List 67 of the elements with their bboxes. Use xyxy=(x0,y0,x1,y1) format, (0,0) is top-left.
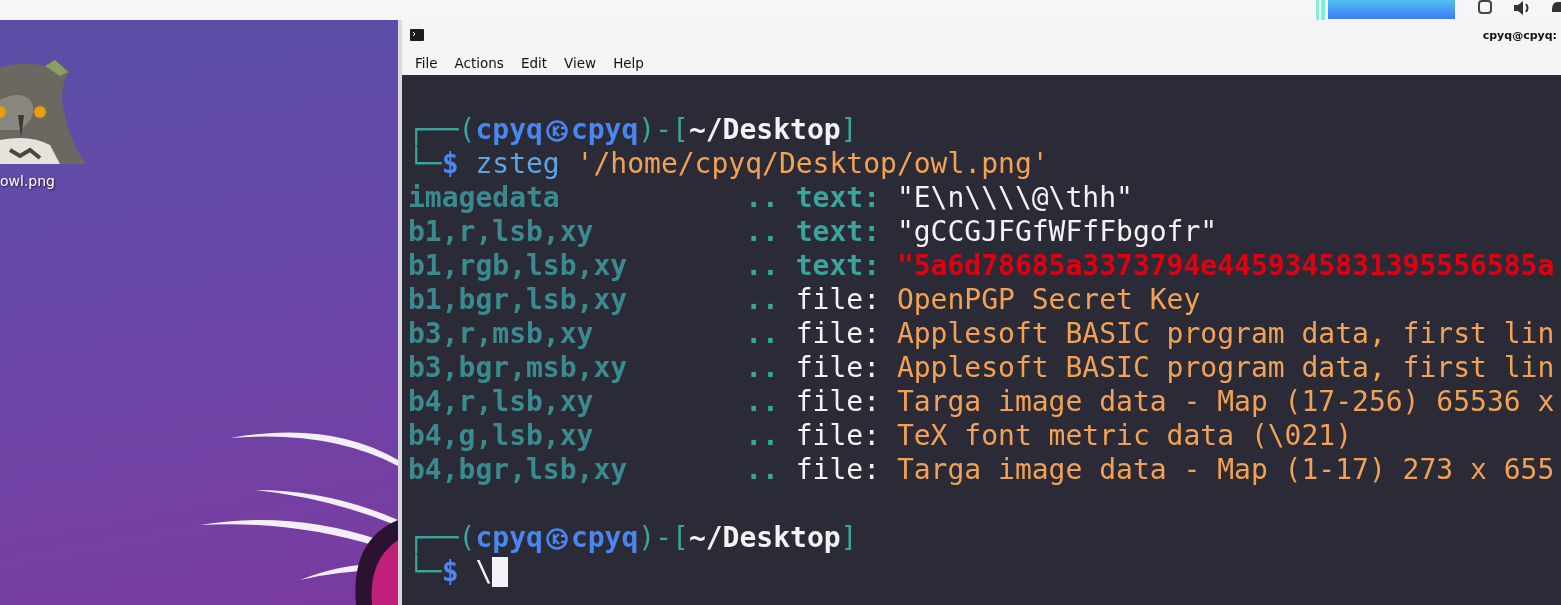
type-label: file: xyxy=(795,419,880,452)
result-value: Applesoft BASIC program data, first lin xyxy=(896,317,1555,350)
dots-separator: .. xyxy=(745,317,779,350)
row-key: b3,bgr,msb,xy xyxy=(408,351,746,385)
row-key: b4,g,lsb,xy xyxy=(408,419,746,453)
result-value: "E\n\\\\@\thh" xyxy=(896,181,1133,214)
prompt-frame: ] xyxy=(840,113,858,146)
dots-separator: .. xyxy=(745,453,779,486)
speaker-icon[interactable] xyxy=(1513,0,1531,16)
menu-item[interactable]: Actions xyxy=(451,54,511,71)
result-value: "gCCGJFGfWFfFbgofr" xyxy=(896,215,1218,248)
prompt-frame: ┌──( xyxy=(408,521,476,554)
command-argument: '/home/cpyq/Desktop/owl.png' xyxy=(576,147,1049,180)
prompt-user: cpyq xyxy=(475,521,543,554)
menu-item[interactable]: View xyxy=(561,54,604,71)
window-title: cpyq@cpyq: xyxy=(1482,28,1557,42)
dots-separator: .. xyxy=(745,351,779,384)
terminal-icon xyxy=(410,29,424,41)
type-label: text: xyxy=(795,215,880,248)
type-label: file: xyxy=(795,385,880,418)
kali-icon xyxy=(545,120,568,142)
row-key: b4,bgr,lsb,xy xyxy=(408,453,746,487)
prompt-frame: └─ xyxy=(408,147,442,180)
result-value: Targa image data - Map (17-256) 65536 x xyxy=(896,385,1555,418)
dots-separator: .. xyxy=(745,385,779,418)
row-key: b1,rgb,lsb,xy xyxy=(408,249,746,283)
row-key: b3,r,msb,xy xyxy=(408,317,746,351)
dots-separator: .. xyxy=(745,283,779,316)
prompt-symbol: $ xyxy=(441,147,459,180)
prompt-path: ~/Desktop xyxy=(688,521,841,554)
prompt-user: cpyq xyxy=(475,113,543,146)
command-text: \ xyxy=(475,555,493,588)
prompt-host: cpyq xyxy=(570,521,639,554)
prompt-symbol: $ xyxy=(441,555,459,588)
prompt-frame: ] xyxy=(840,521,858,554)
result-value: "5a6d78685a3373794e4459345831395556585a xyxy=(896,249,1555,282)
dots-separator: .. xyxy=(745,419,779,452)
command-name: zsteg xyxy=(475,147,560,180)
type-label: file: xyxy=(795,317,880,350)
dots-separator: .. xyxy=(745,215,779,248)
type-label: file: xyxy=(795,283,880,316)
box-icon[interactable] xyxy=(1477,0,1493,16)
type-label: text: xyxy=(795,249,880,282)
row-key: b4,r,lsb,xy xyxy=(408,385,746,419)
prompt-host: cpyq xyxy=(570,113,639,146)
prompt-frame: )-[ xyxy=(638,113,689,146)
type-label: text: xyxy=(795,181,880,214)
menu-item[interactable]: Edit xyxy=(517,54,555,71)
result-value: TeX font metric data (\021) xyxy=(896,419,1353,452)
row-key: b1,r,lsb,xy xyxy=(408,215,746,249)
prompt-frame: )-[ xyxy=(638,521,689,554)
result-value: Applesoft BASIC program data, first lin xyxy=(896,351,1555,384)
dots-separator: .. xyxy=(745,181,779,214)
prompt-path: ~/Desktop xyxy=(688,113,841,146)
row-key: b1,bgr,lsb,xy xyxy=(408,283,746,317)
menu-item[interactable]: Help xyxy=(610,54,651,71)
row-key: imagedata xyxy=(408,181,746,215)
result-value: OpenPGP Secret Key xyxy=(896,283,1201,316)
prompt-frame: ┌──( xyxy=(408,113,476,146)
result-value: Targa image data - Map (1-17) 273 x 655 xyxy=(896,453,1555,486)
dots-separator: .. xyxy=(745,249,779,282)
type-label: file: xyxy=(795,453,880,486)
file-name[interactable]: owl.png xyxy=(0,173,55,189)
prompt-frame: └─ xyxy=(408,555,442,588)
type-label: file: xyxy=(795,351,880,384)
menu-item[interactable]: File xyxy=(412,54,445,71)
kali-icon xyxy=(545,528,568,550)
